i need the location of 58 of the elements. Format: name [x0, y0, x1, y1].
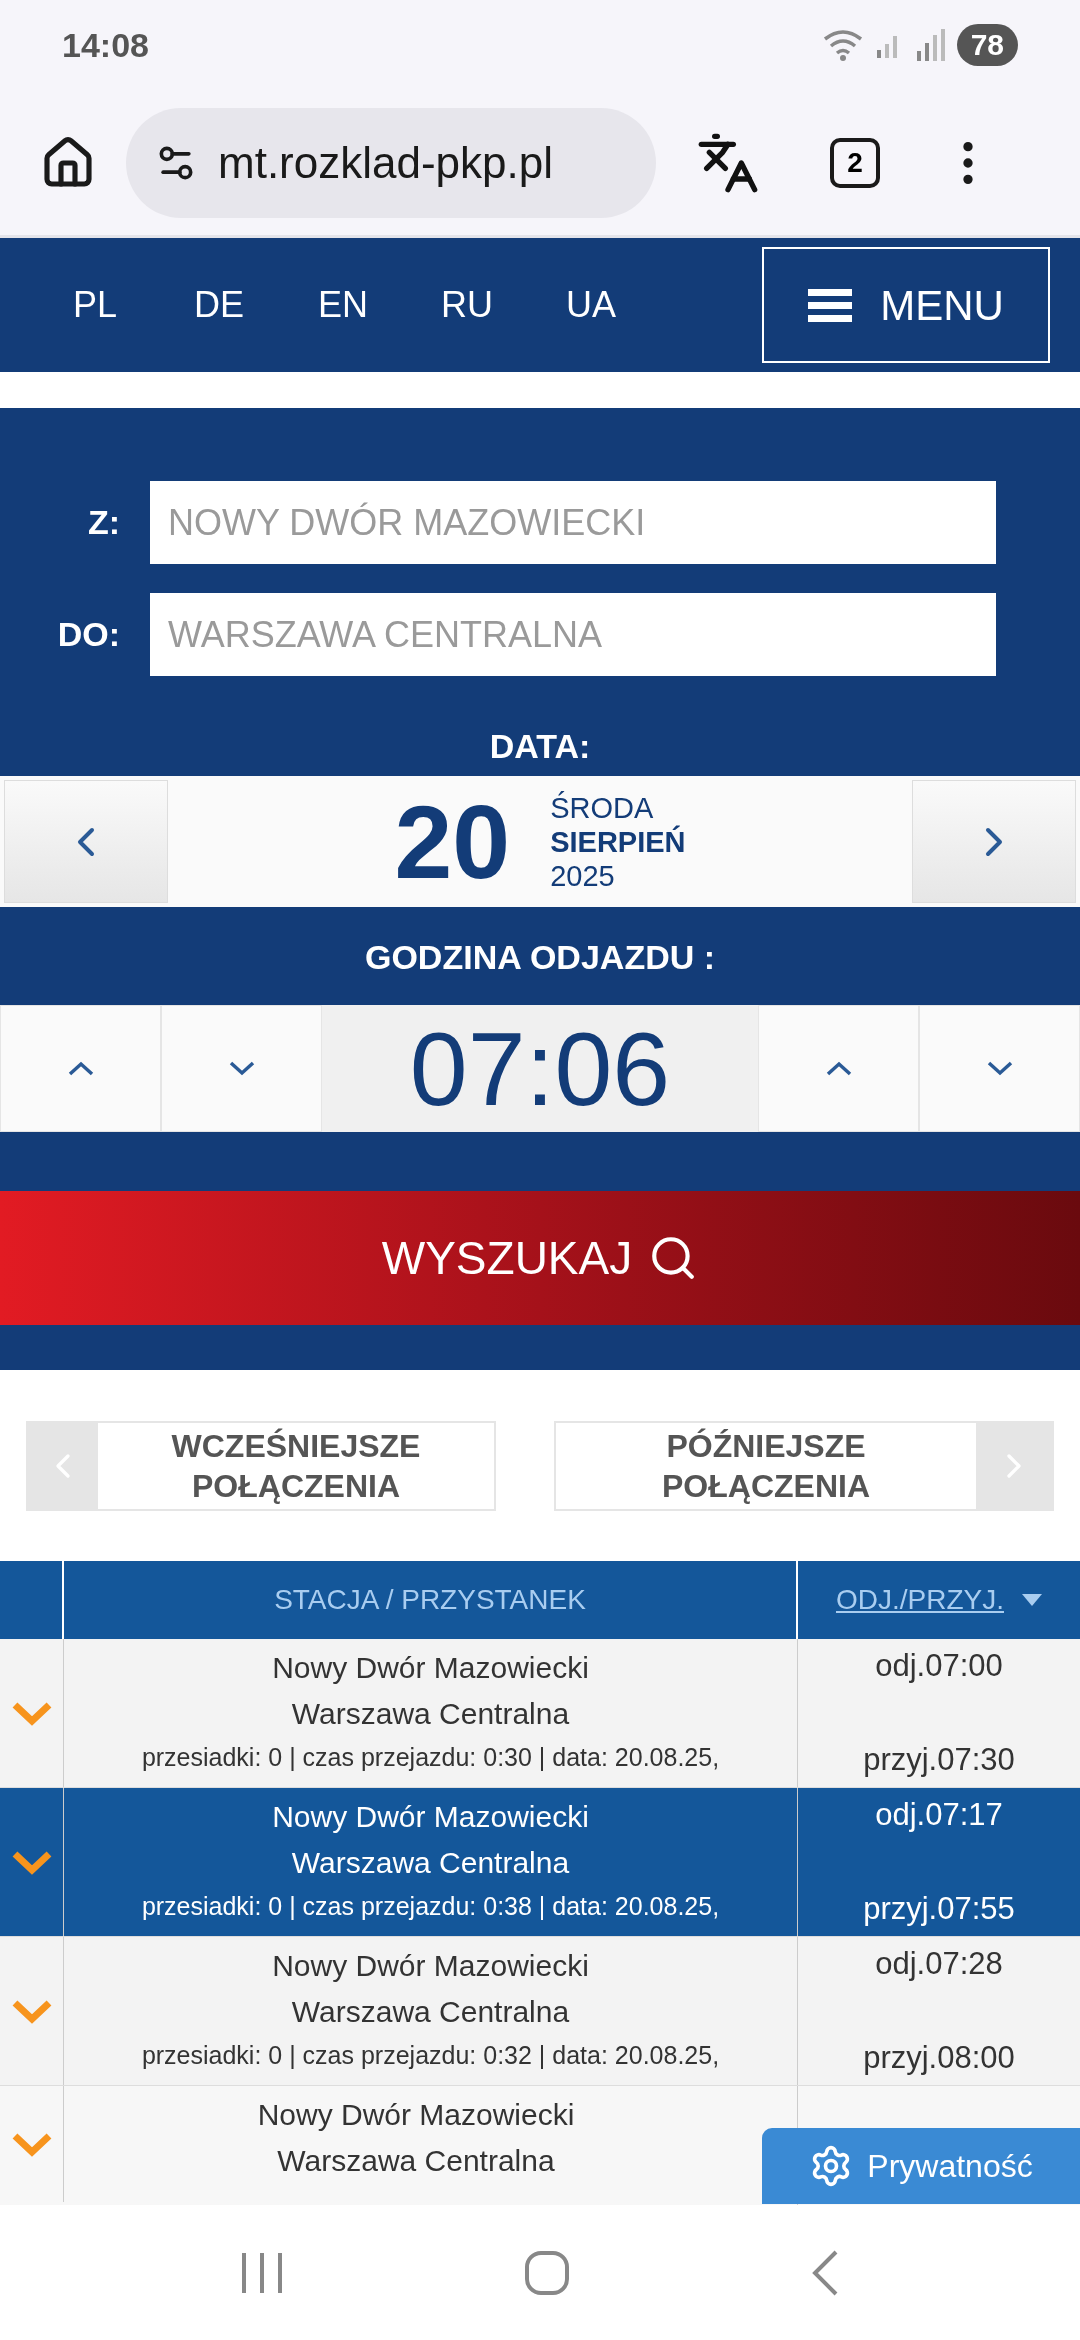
- back-icon[interactable]: [810, 2248, 840, 2297]
- earlier-connections-button[interactable]: WCZEŚNIEJSZE POŁĄCZENIA: [26, 1420, 496, 1511]
- menu-button[interactable]: MENU: [762, 247, 1050, 363]
- departure-station: Nowy Dwór Mazowiecki: [272, 1948, 589, 1984]
- arrival-station: Warszawa Centralna: [291, 1994, 570, 2030]
- from-field[interactable]: NOWY DWÓR MAZOWIECKI: [150, 481, 996, 564]
- date-year: 2025: [550, 858, 616, 893]
- connection-info: przesiadki: 0 | czas przejazdu: 0:32 | data: 20.08.25,: [141, 2040, 720, 2071]
- time-label: GODZINA ODJAZDU :: [364, 937, 716, 977]
- connection-row[interactable]: Nowy Dwór Mazowiecki Warszawa Centralna przesiadki: 0 | czas przejazdu: 0:32 | data: 20.08.25, odj.07:28 przyj.08:00: [0, 1937, 1080, 2086]
- to-field[interactable]: WARSZAWA CENTRALNA: [150, 593, 996, 676]
- connection-info: przesiadki: 0 | czas przejazdu: 0:30 | data: 20.08.25,: [141, 1742, 720, 1773]
- arrival-station: Warszawa Centralna: [291, 1845, 570, 1881]
- home-button-icon[interactable]: [524, 2249, 570, 2296]
- departure-station: Nowy Dwór Mazowiecki: [257, 2097, 575, 2133]
- language-link[interactable]: DE: [184, 278, 254, 332]
- later-connections-button[interactable]: PÓŹNIEJSZE POŁĄCZENIA: [554, 1420, 1054, 1511]
- language-link[interactable]: RU: [432, 278, 502, 332]
- from-label: Z:: [86, 502, 120, 543]
- chevron-up-icon: [825, 1061, 852, 1076]
- battery-indicator: 78: [956, 24, 1018, 66]
- status-time: 14:08: [62, 24, 149, 66]
- connection-info: przesiadki: 0 | czas przejazdu: 0:38 | data: 20.08.25,: [141, 1891, 720, 1922]
- chevron-up-icon: [67, 1061, 94, 1076]
- arrival-time: przyj.08:00: [863, 2039, 1015, 2077]
- recent-apps-icon[interactable]: [240, 2250, 284, 2295]
- chevron-down-icon[interactable]: [11, 1998, 52, 2024]
- menu-icon: [808, 287, 853, 323]
- time-display: 07:06: [322, 1005, 758, 1132]
- departure-station: Nowy Dwór Mazowiecki: [272, 1799, 589, 1835]
- column-header[interactable]: ODJ./PRZYJ.: [836, 1579, 1004, 1621]
- departure-station: Nowy Dwór Mazowiecki: [272, 1650, 589, 1686]
- arrival-time: przyj.07:30: [863, 1741, 1015, 1779]
- departure-time: odj.07:17: [875, 1796, 1003, 1834]
- language-link[interactable]: PL: [60, 278, 130, 332]
- arrival-station: Warszawa Centralna: [277, 2143, 555, 2179]
- chevron-down-icon[interactable]: [11, 1849, 52, 1875]
- privacy-button[interactable]: Prywatność: [762, 2128, 1080, 2204]
- chevron-down-icon[interactable]: [11, 2131, 52, 2157]
- departure-time: odj.07:28: [875, 1945, 1003, 1983]
- connection-row[interactable]: Nowy Dwór Mazowiecki Warszawa Centralna przesiadki: 0 | czas przejazdu: 0:38 | data: 20.08.25, odj.07:17 przyj.07:55: [0, 1788, 1080, 1937]
- to-label: DO:: [56, 614, 120, 655]
- search-button[interactable]: WYSZUKAJ: [0, 1191, 1080, 1325]
- url-text: mt.rozklad-pkp.pl: [218, 136, 553, 189]
- address-bar[interactable]: mt.rozklad-pkp.pl: [126, 107, 656, 218]
- date-weekday: ŚRODA: [550, 790, 655, 825]
- arrival-station: Warszawa Centralna: [291, 1696, 570, 1732]
- departure-time: odj.07:00: [875, 1647, 1003, 1685]
- connection-row[interactable]: Nowy Dwór Mazowiecki Warszawa Centralna przesiadki: 0 | czas przejazdu: 0:30 | data: 20.08.25, odj.07:00 przyj.07:30: [0, 1639, 1080, 1788]
- arrival-time: przyj.07:55: [863, 1890, 1015, 1928]
- chevron-down-icon: [228, 1061, 255, 1076]
- sort-caret-icon[interactable]: [1022, 1594, 1042, 1606]
- chevron-down-icon[interactable]: [11, 1700, 52, 1726]
- language-link[interactable]: EN: [308, 278, 378, 332]
- tab-count-button[interactable]: 2: [830, 137, 880, 188]
- chevron-down-icon: [986, 1061, 1013, 1076]
- date-month: SIERPIEŃ: [550, 824, 686, 859]
- language-link[interactable]: UA: [556, 278, 626, 332]
